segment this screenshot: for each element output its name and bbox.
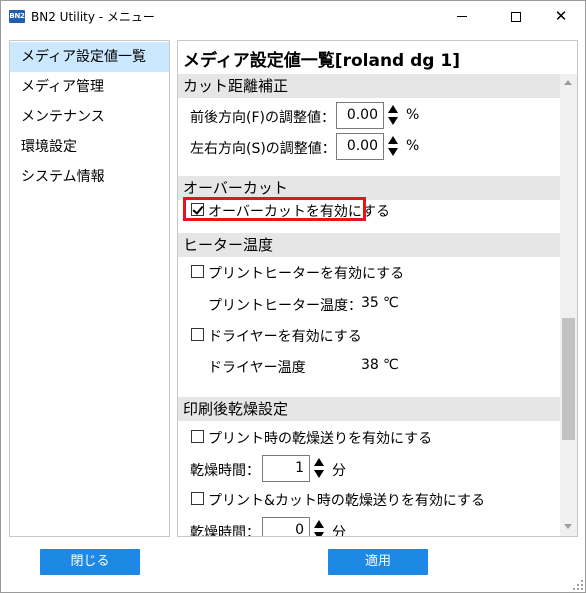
stepper-down-icon[interactable] xyxy=(388,117,398,125)
section-header-post-print-dry: 印刷後乾燥設定 xyxy=(178,397,560,421)
dry-time-input-1[interactable]: 1 xyxy=(262,455,310,482)
dry-time-input-2[interactable]: 0 xyxy=(262,517,310,536)
print-heater-checkbox[interactable] xyxy=(191,265,204,278)
print-heater-temp-value: 35 xyxy=(361,295,379,311)
print-heater-temp-label: プリントヒーター温度： xyxy=(208,298,362,314)
dryer-temp-value: 38 xyxy=(361,357,379,373)
dry-time-stepper-1[interactable] xyxy=(312,455,326,482)
maximize-icon xyxy=(511,11,521,22)
scroll-down-icon[interactable] xyxy=(564,524,572,529)
dryer-checkbox[interactable] xyxy=(191,328,204,341)
forward-adjust-input[interactable]: 0.00 xyxy=(336,102,384,129)
scroll-thumb[interactable] xyxy=(562,318,575,440)
stepper-up-icon[interactable] xyxy=(388,105,398,113)
close-icon: ✕ xyxy=(554,7,568,25)
print-heater-checkbox-label[interactable]: プリントヒーターを有効にする xyxy=(208,263,404,283)
dry-time-stepper-2[interactable] xyxy=(312,517,326,536)
dry-time-unit-1: 分 xyxy=(332,463,346,479)
resize-grip-icon[interactable] xyxy=(572,579,584,591)
sidebar-item-media-settings-list[interactable]: メディア設定値一覧 xyxy=(10,42,169,72)
forward-adjust-stepper[interactable] xyxy=(386,102,400,129)
side-adjust-stepper[interactable] xyxy=(386,133,400,160)
window-title: BN2 Utility - メニュー xyxy=(31,10,155,24)
minimize-icon xyxy=(457,16,467,17)
print-dry-checkbox[interactable] xyxy=(191,430,204,443)
dryer-temp-unit: ℃ xyxy=(383,357,399,373)
maximize-button[interactable] xyxy=(493,1,539,32)
close-button[interactable]: 閉じる xyxy=(40,549,140,575)
apply-button[interactable]: 適用 xyxy=(328,549,428,575)
stepper-down-icon[interactable] xyxy=(314,470,324,478)
section-header-heater: ヒーター温度 xyxy=(178,233,560,257)
close-window-button[interactable]: ✕ xyxy=(538,1,584,32)
print-cut-dry-checkbox[interactable] xyxy=(191,492,204,505)
sidebar-nav: メディア設定値一覧 メディア管理 メンテナンス 環境設定 システム情報 xyxy=(9,40,170,537)
sidebar-item-environment-settings[interactable]: 環境設定 xyxy=(10,132,169,162)
stepper-down-icon[interactable] xyxy=(388,148,398,156)
dryer-temp-label: ドライヤー温度 xyxy=(208,360,306,376)
main-content-panel: メディア設定値一覧[roland dg 1] カット距離補正 前後方向(F)の調… xyxy=(177,40,578,537)
forward-adjust-label: 前後方向(F)の調整値： xyxy=(190,110,335,126)
app-window: BN2 BN2 Utility - メニュー ✕ メディア設定値一覧 メディア管… xyxy=(0,0,586,593)
print-heater-temp-unit: ℃ xyxy=(383,295,399,311)
vertical-scrollbar[interactable] xyxy=(560,74,577,536)
dry-time-unit-2: 分 xyxy=(332,525,346,537)
highlight-frame xyxy=(183,197,366,221)
stepper-up-icon[interactable] xyxy=(314,520,324,528)
sidebar-item-media-management[interactable]: メディア管理 xyxy=(10,72,169,102)
stepper-up-icon[interactable] xyxy=(314,458,324,466)
dryer-checkbox-label[interactable]: ドライヤーを有効にする xyxy=(208,326,362,346)
side-adjust-input[interactable]: 0.00 xyxy=(336,133,384,160)
page-title: メディア設定値一覧[roland dg 1] xyxy=(183,51,460,71)
stepper-up-icon[interactable] xyxy=(388,136,398,144)
minimize-button[interactable] xyxy=(439,1,485,32)
dry-time-label-1: 乾燥時間： xyxy=(190,463,260,479)
title-bar: BN2 BN2 Utility - メニュー ✕ xyxy=(1,1,585,32)
section-header-cut-distance: カット距離補正 xyxy=(178,74,560,98)
dry-time-label-2: 乾燥時間： xyxy=(190,525,260,537)
side-adjust-label: 左右方向(S)の調整値： xyxy=(190,141,336,157)
app-logo-icon: BN2 xyxy=(9,10,25,23)
side-adjust-unit: % xyxy=(406,138,420,154)
sidebar-item-maintenance[interactable]: メンテナンス xyxy=(10,102,169,132)
print-dry-checkbox-label[interactable]: プリント時の乾燥送りを有効にする xyxy=(208,428,432,448)
stepper-down-icon[interactable] xyxy=(314,532,324,536)
scroll-up-icon[interactable] xyxy=(564,80,572,85)
sidebar-item-system-info[interactable]: システム情報 xyxy=(10,162,169,192)
forward-adjust-unit: % xyxy=(406,107,420,123)
print-cut-dry-checkbox-label[interactable]: プリント&カット時の乾燥送りを有効にする xyxy=(208,490,485,510)
